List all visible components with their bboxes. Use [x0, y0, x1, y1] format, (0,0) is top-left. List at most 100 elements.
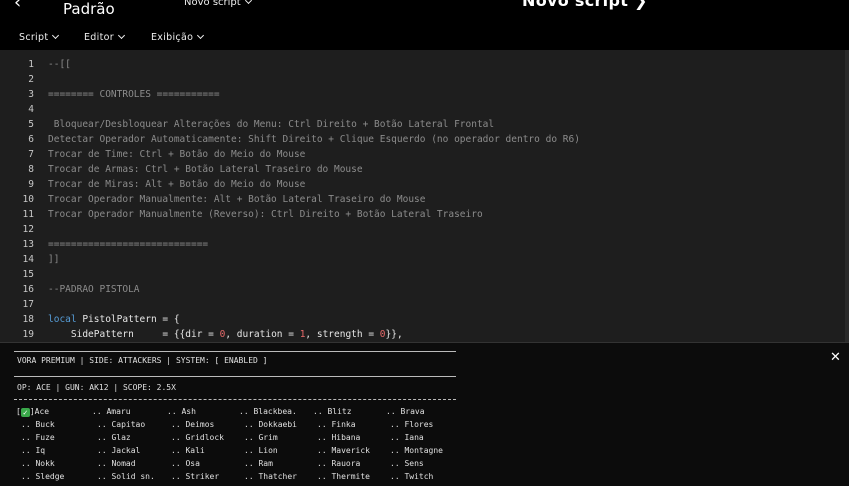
line-number: 10 [22, 194, 34, 205]
operator-item[interactable]: .. Glaz [97, 433, 131, 442]
operator-item[interactable]: .. Ram [244, 459, 273, 468]
code-text: local PistolPattern = { [48, 312, 180, 327]
code-line: 9 Trocar de Miras: Alt + Botão do Meio do… [0, 177, 849, 192]
line-number: 9 [28, 179, 34, 190]
code-token: , duration = [225, 329, 300, 340]
code-text: --[[ [48, 59, 71, 70]
divider [14, 399, 456, 400]
operator-item[interactable]: .. Blitz [313, 407, 352, 416]
operator-item[interactable]: .. Kali [171, 446, 205, 455]
code-text: Trocar de Miras: Alt + Botão do Meio do … [48, 179, 306, 190]
operator-item[interactable]: .. Jackal [97, 446, 140, 455]
operator-item[interactable]: .. Iq [21, 446, 45, 455]
operator-item[interactable]: .. Sens [390, 459, 424, 468]
operator-item[interactable]: .. Iana [390, 433, 424, 442]
code-token: }}, [385, 329, 403, 340]
code-line: 1 --[[ [0, 57, 849, 72]
operator-item[interactable]: .. Nokk [21, 459, 55, 468]
code-token: SidePattern = {{dir = [48, 329, 220, 340]
chevron-down-icon [117, 31, 125, 40]
operator-item[interactable]: .. Buck [21, 420, 55, 429]
editor-scrollbar[interactable] [845, 50, 849, 342]
code-text: Trocar Operador Manualmente (Reverso): C… [48, 209, 483, 220]
menu-editor[interactable]: Editor [84, 31, 125, 43]
overlay-console: VORA PREMIUM | SIDE: ATTACKERS | SYSTEM:… [0, 342, 849, 486]
operator-item[interactable]: .. Deimos [171, 420, 214, 429]
profile-name[interactable]: Padrão [63, 0, 115, 18]
chevron-down-icon [52, 31, 60, 40]
line-number: 13 [22, 239, 34, 250]
script-dropdown-label: Novo script [184, 0, 241, 8]
operator-item[interactable]: .. Gridlock [171, 433, 224, 442]
line-number: 12 [22, 224, 34, 235]
code-line: 8 Trocar de Armas: Ctrl + Botão Lateral T… [0, 162, 849, 177]
operator-item[interactable]: .. Flores [390, 420, 433, 429]
page-title[interactable]: Novo script ❯ [522, 0, 648, 10]
operator-item[interactable]: .. Lion [244, 446, 278, 455]
operator-item[interactable]: .. Hibana [317, 433, 360, 442]
operator-item[interactable]: .. Maverick [317, 446, 370, 455]
line-number: 4 [28, 104, 34, 115]
line-number: 19 [22, 329, 34, 340]
operator-item[interactable]: .. Thermite [317, 472, 370, 481]
code-line: 2 [0, 72, 849, 87]
operator-item[interactable]: .. Twitch [390, 472, 433, 481]
operator-item[interactable]: .. Grim [244, 433, 278, 442]
code-text: Trocar Operador Manualmente: Alt + Botão… [48, 194, 426, 205]
operator-item[interactable]: .. Capitao [97, 420, 145, 429]
code-token: , strength = [305, 329, 380, 340]
checkbox-checked-icon: ✓ [20, 408, 30, 417]
code-line: 4 [0, 102, 849, 117]
operator-item[interactable]: .. Brava [386, 407, 425, 416]
operator-item[interactable]: .. Fuze [21, 433, 55, 442]
code-line: 16 --PADRAO PISTOLA [0, 282, 849, 297]
operator-item[interactable]: .. Osa [171, 459, 200, 468]
line-number: 16 [22, 284, 34, 295]
menu-exibicao-label: Exibição [151, 32, 194, 43]
code-line: 11 Trocar Operador Manualmente (Reverso):… [0, 207, 849, 222]
code-line: 17 [0, 297, 849, 312]
code-text: Trocar de Armas: Ctrl + Botão Lateral Tr… [48, 164, 363, 175]
line-number: 6 [28, 134, 34, 145]
operator-item[interactable]: .. Amaru [92, 407, 131, 416]
line-number: 1 [28, 59, 34, 70]
line-number: 14 [22, 254, 34, 265]
chevron-down-icon [197, 31, 205, 40]
menu-script-label: Script [19, 32, 49, 43]
operator-item[interactable]: .. Blackbea. [239, 407, 297, 416]
code-text: Bloquear/Desbloquear Alterações do Menu:… [48, 119, 495, 130]
operator-item[interactable]: .. Ash [167, 407, 196, 416]
code-line: 14]] [0, 252, 849, 267]
code-text: SidePattern = {{dir = 0, duration = 1, s… [48, 327, 403, 342]
script-dropdown[interactable]: Novo script [184, 0, 252, 8]
operator-item[interactable]: .. Montagne [390, 446, 443, 455]
operator-selected[interactable]: [✓]Ace [16, 407, 49, 417]
close-icon[interactable]: ✕ [830, 350, 841, 365]
menu-bar: Script Editor Exibição [0, 26, 849, 50]
line-number: 11 [22, 209, 34, 220]
operator-item[interactable]: .. Rauora [317, 459, 360, 468]
code-line: 3 ======== CONTROLES =========== [0, 87, 849, 102]
code-editor[interactable]: 1 --[[ 2 3 ======== CONTROLES =========== … [0, 50, 849, 342]
line-number: 18 [22, 314, 34, 325]
divider [14, 376, 456, 377]
back-chevron-icon[interactable]: ‹ [14, 0, 21, 13]
code-text: --PADRAO PISTOLA [48, 284, 140, 295]
code-text: Detectar Operador Automaticamente: Shift… [48, 134, 580, 145]
code-line: 18 local PistolPattern = { [0, 312, 849, 327]
operator-item[interactable]: .. Dokkaebi [244, 420, 297, 429]
operator-item[interactable]: .. Striker [171, 472, 219, 481]
code-line: 12 [0, 222, 849, 237]
operator-item[interactable]: .. Thatcher [244, 472, 297, 481]
operator-item[interactable]: .. Nomad [97, 459, 136, 468]
menu-exibicao[interactable]: Exibição [151, 31, 205, 43]
operator-item[interactable]: .. Solid sn. [97, 472, 155, 481]
line-number: 15 [22, 269, 34, 280]
code-line: 6 Detectar Operador Automaticamente: Shif… [0, 132, 849, 147]
info-line: OP: ACE | GUN: AK12 | SCOPE: 2.5X [17, 383, 176, 392]
operator-item[interactable]: .. Sledge [21, 472, 64, 481]
code-text: ]] [48, 254, 60, 265]
operator-item[interactable]: .. Finka [317, 420, 356, 429]
code-text: Trocar de Time: Ctrl + Botão do Meio do … [48, 149, 306, 160]
menu-script[interactable]: Script [19, 31, 60, 43]
